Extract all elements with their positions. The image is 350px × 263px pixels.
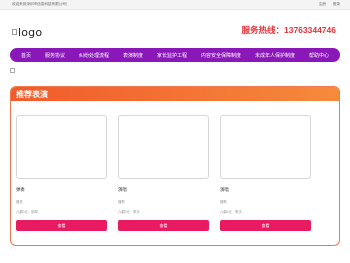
- card-thumbnail[interactable]: [118, 115, 209, 179]
- card-meta: 六翻0元 · 歌手: [118, 210, 140, 214]
- logo-text: logo: [18, 26, 43, 39]
- site-logo[interactable]: logo: [12, 26, 42, 39]
- nav-item-service-agreement[interactable]: 服务协议: [45, 52, 65, 59]
- nav-item-dispute-process[interactable]: 纠纷处理流程: [79, 52, 109, 59]
- banner-image: [10, 68, 15, 73]
- card-thumbnail[interactable]: [220, 115, 311, 179]
- recommended-section: 推荐表演 弹奏 器类 六翻0元 · 钢琴， 查看 演唱 器歌 六翻0元 · 歌手…: [10, 86, 340, 246]
- card-thumbnail[interactable]: [16, 115, 107, 179]
- nav-item-help-center[interactable]: 帮助中心: [309, 52, 329, 59]
- broken-image-icon: [12, 29, 17, 35]
- nav-item-minor-protection[interactable]: 未成年人保护制度: [255, 52, 295, 59]
- card-category: 器歌: [118, 200, 125, 204]
- performance-card: 演唱 器歌 六翻0元 · 歌手， 查看: [220, 115, 311, 231]
- nav-item-content-safety[interactable]: 内容安全保障制度: [201, 52, 241, 59]
- register-link[interactable]: 登录: [333, 2, 340, 6]
- top-bar: 欢迎来到深圳市信息科技有限公司！ 注册 登录: [0, 0, 350, 10]
- account-links: 注册 登录: [313, 2, 340, 7]
- card-title: 演唱: [220, 187, 229, 192]
- section-title: 推荐表演: [16, 89, 48, 99]
- card-title: 弹奏: [16, 187, 25, 192]
- performance-card: 弹奏 器类 六翻0元 · 钢琴， 查看: [16, 115, 107, 231]
- view-button[interactable]: 查看: [220, 220, 311, 231]
- card-category: 器类: [16, 200, 23, 204]
- service-hotline: 服务热线：13763344746: [241, 25, 336, 35]
- view-button[interactable]: 查看: [118, 220, 209, 231]
- card-meta: 六翻0元 · 钢琴，: [16, 210, 42, 214]
- main-nav: 首页 服务协议 纠纷处理流程 表演制度 家长监护工程 内容安全保障制度 未成年人…: [10, 48, 340, 62]
- view-button[interactable]: 查看: [16, 220, 107, 231]
- card-meta: 六翻0元 · 歌手，: [220, 210, 246, 214]
- card-category: 器歌: [220, 200, 227, 204]
- nav-item-parental-guardianship[interactable]: 家长监护工程: [157, 52, 187, 59]
- performance-card: 演唱 器歌 六翻0元 · 歌手 查看: [118, 115, 209, 231]
- nav-item-performance-rules[interactable]: 表演制度: [123, 52, 143, 59]
- login-link[interactable]: 注册: [319, 2, 326, 6]
- card-title: 演唱: [118, 187, 127, 192]
- section-header: 推荐表演: [11, 87, 339, 101]
- nav-item-home[interactable]: 首页: [21, 52, 31, 59]
- welcome-text: 欢迎来到深圳市信息科技有限公司！: [12, 2, 70, 6]
